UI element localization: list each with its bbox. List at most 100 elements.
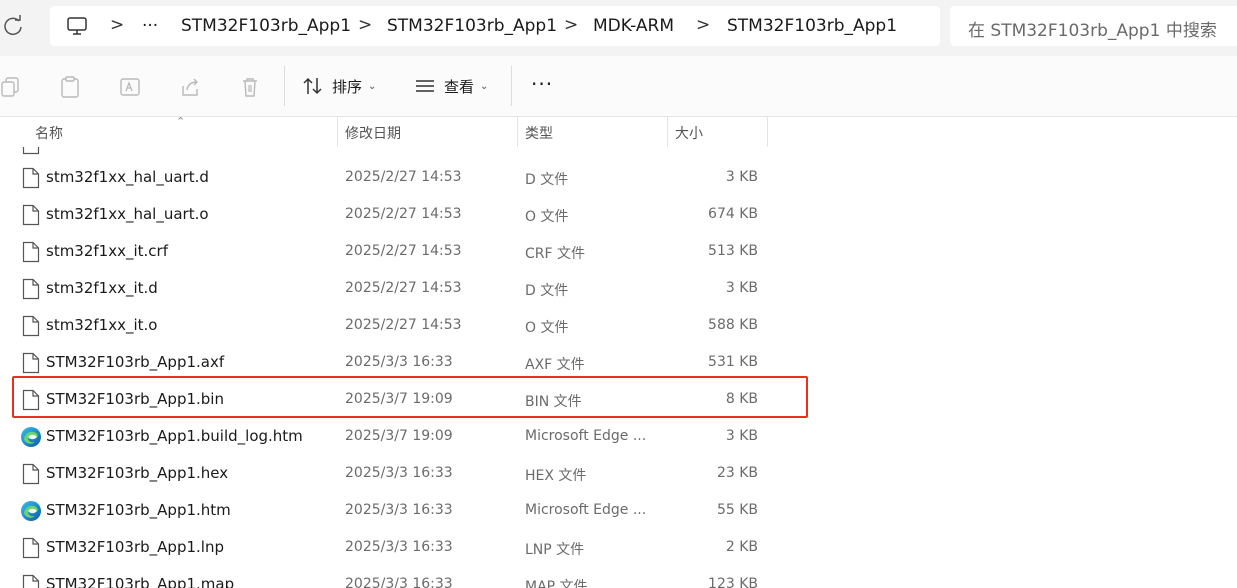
file-icon (22, 167, 40, 189)
view-button[interactable]: 查看 ⌄ (414, 72, 488, 100)
chevron-right-icon[interactable]: > (358, 15, 372, 35)
file-type: MAP 文件 (525, 579, 588, 588)
toolbar-divider (284, 66, 285, 106)
file-date: 2025/2/27 14:53 (345, 243, 462, 259)
breadcrumb-item[interactable]: STM32F103rb_App1 (727, 16, 897, 36)
column-header-size[interactable]: 大小 (675, 123, 703, 143)
chevron-right-icon[interactable]: > (564, 15, 578, 35)
edge-icon (21, 427, 41, 447)
file-date: 2025/2/27 14:53 (345, 280, 462, 296)
file-date: 2025/3/3 16:33 (345, 576, 453, 588)
chevron-right-icon[interactable]: > (110, 15, 124, 35)
sort-icon (303, 77, 322, 95)
file-row[interactable]: STM32F103rb_App1.lnp 2025/3/3 16:33 LNP … (0, 529, 1237, 566)
file-name: STM32F103rb_App1.build_log.htm (46, 427, 303, 445)
file-row[interactable]: STM32F103rb_App1.build_log.htm 2025/3/7 … (0, 418, 1237, 455)
file-type: D 文件 (525, 172, 569, 188)
column-header-type[interactable]: 类型 (525, 123, 553, 143)
highlight-annotation-box (12, 376, 808, 418)
delete-icon[interactable] (239, 76, 261, 98)
file-icon (22, 315, 40, 337)
file-name: STM32F103rb_App1.hex (46, 464, 229, 482)
file-name: stm32f1xx_it.d (46, 279, 158, 297)
file-date: 2025/3/3 16:33 (345, 539, 453, 555)
chevron-down-icon: ⌄ (480, 80, 489, 92)
breadcrumb-overflow[interactable]: ··· (142, 16, 158, 36)
file-type: HEX 文件 (525, 468, 587, 484)
file-icon[interactable] (22, 147, 40, 155)
view-list-icon (416, 80, 434, 92)
file-size: 3 KB (725, 428, 758, 444)
breadcrumb-item[interactable]: STM32F103rb_App1 (387, 16, 557, 36)
this-pc-icon[interactable] (66, 16, 88, 36)
file-date: 2025/3/7 19:09 (345, 428, 453, 444)
file-size: 123 KB (708, 576, 758, 588)
file-type: Microsoft Edge ... (525, 502, 647, 518)
file-date: 2025/2/27 14:53 (345, 206, 462, 222)
file-row[interactable]: STM32F103rb_App1.hex 2025/3/3 16:33 HEX … (0, 455, 1237, 492)
column-resize-handle[interactable] (667, 117, 668, 147)
column-resize-handle[interactable] (517, 117, 518, 147)
file-size: 23 KB (716, 465, 758, 481)
file-icon (22, 204, 40, 226)
file-type: AXF 文件 (525, 357, 585, 373)
breadcrumb-item[interactable]: STM32F103rb_App1 (181, 16, 351, 36)
file-row[interactable]: STM32F103rb_App1.map 2025/3/3 16:33 MAP … (0, 566, 1237, 588)
file-row[interactable]: stm32f1xx_it.d 2025/2/27 14:53 D 文件 3 KB (0, 270, 1237, 307)
file-row[interactable]: stm32f1xx_it.crf 2025/2/27 14:53 CRF 文件 … (0, 233, 1237, 270)
search-input[interactable]: 在 STM32F103rb_App1 中搜索 (950, 6, 1237, 46)
file-size: 2 KB (725, 539, 758, 555)
address-bar[interactable]: > ··· STM32F103rb_App1 > STM32F103rb_App… (50, 6, 940, 46)
file-row[interactable]: stm32f1xx_hal_uart.o 2025/2/27 14:53 O 文… (0, 196, 1237, 233)
column-header-row: ⌃ 名称 修改日期 类型 大小 (0, 115, 1237, 147)
edge-icon (21, 501, 41, 521)
column-header-date[interactable]: 修改日期 (345, 123, 401, 143)
sort-ascending-icon: ⌃ (176, 115, 186, 128)
file-icon (22, 241, 40, 263)
file-name: STM32F103rb_App1.htm (46, 501, 231, 519)
file-list: stm32f1xx_hal_uart.d 2025/2/27 14:53 D 文… (0, 147, 1237, 588)
file-size: 513 KB (708, 243, 758, 259)
file-name: stm32f1xx_hal_uart.o (46, 205, 209, 223)
file-icon (22, 574, 40, 588)
file-row[interactable]: stm32f1xx_it.o 2025/2/27 14:53 O 文件 588 … (0, 307, 1237, 344)
column-header-name[interactable]: 名称 (35, 123, 63, 143)
paste-icon[interactable] (59, 76, 81, 98)
file-type: O 文件 (525, 320, 569, 336)
file-date: 2025/3/3 16:33 (345, 502, 453, 518)
column-resize-handle[interactable] (767, 117, 768, 147)
file-name: stm32f1xx_it.o (46, 316, 158, 334)
file-type: D 文件 (525, 283, 569, 299)
breadcrumb-item[interactable]: MDK-ARM (593, 16, 674, 36)
refresh-icon[interactable] (2, 15, 24, 37)
column-resize-handle[interactable] (337, 117, 338, 147)
chevron-right-icon[interactable]: > (696, 15, 710, 35)
view-label: 查看 (444, 77, 475, 96)
file-date: 2025/3/3 16:33 (345, 465, 453, 481)
more-options-button[interactable]: ··· (531, 74, 553, 94)
file-size: 3 KB (725, 280, 758, 296)
file-type: LNP 文件 (525, 542, 585, 558)
toolbar-divider (511, 66, 512, 106)
file-icon (22, 352, 40, 374)
share-icon[interactable] (179, 76, 201, 98)
file-icon (22, 537, 40, 559)
copy-icon[interactable] (0, 76, 22, 98)
command-bar: 排序 ⌄ 查看 ⌄ (0, 56, 1237, 117)
rename-icon[interactable] (119, 76, 141, 98)
file-type: Microsoft Edge ... (525, 428, 647, 444)
file-row[interactable]: STM32F103rb_App1.htm 2025/3/3 16:33 Micr… (0, 492, 1237, 529)
file-date: 2025/2/27 14:53 (345, 317, 462, 333)
file-name: stm32f1xx_hal_uart.d (46, 168, 209, 186)
file-type: O 文件 (525, 209, 569, 225)
file-size: 588 KB (708, 317, 758, 333)
file-date: 2025/3/3 16:33 (345, 354, 453, 370)
file-name: STM32F103rb_App1.axf (46, 353, 225, 371)
file-size: 674 KB (708, 206, 758, 222)
file-row[interactable]: stm32f1xx_hal_uart.d 2025/2/27 14:53 D 文… (0, 159, 1237, 196)
address-bar-region: > ··· STM32F103rb_App1 > STM32F103rb_App… (0, 0, 1237, 56)
chevron-down-icon: ⌄ (368, 80, 377, 92)
file-date: 2025/2/27 14:53 (345, 169, 462, 185)
file-size: 531 KB (708, 354, 758, 370)
sort-button[interactable]: 排序 ⌄ (302, 72, 376, 100)
